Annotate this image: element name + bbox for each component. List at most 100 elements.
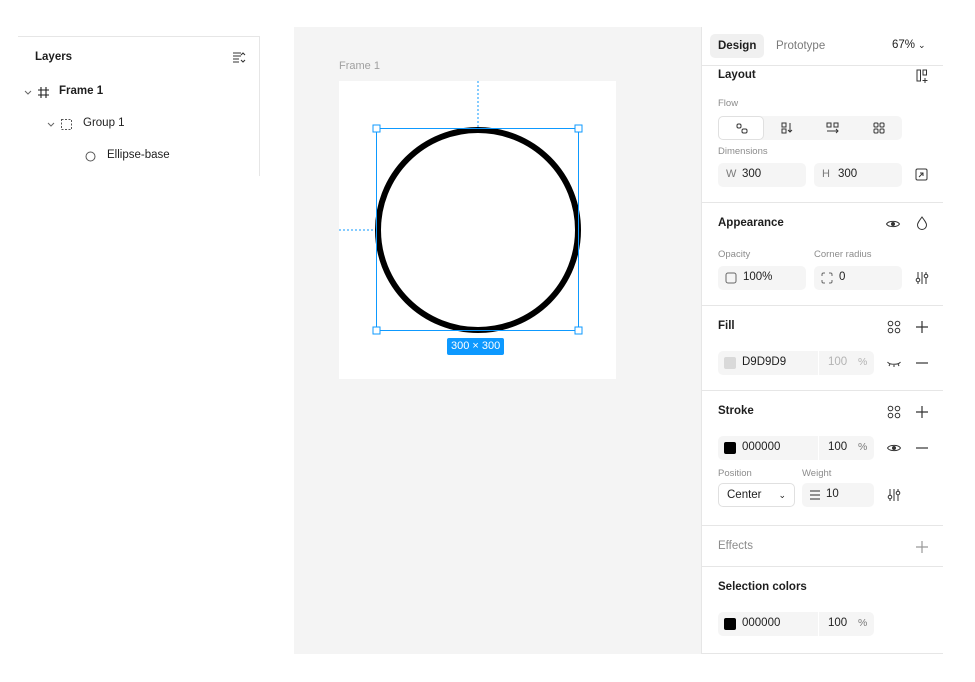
dimensions-label: Dimensions bbox=[718, 146, 768, 157]
design-panel: Design Prototype 67% ⌄ Layout Flow Dimen… bbox=[701, 27, 943, 654]
fill-color-field[interactable]: D9D9D9 100 % bbox=[718, 351, 874, 375]
stroke-opacity-unit: % bbox=[858, 441, 868, 453]
stroke-position-select[interactable]: Center ⌄ bbox=[718, 483, 795, 507]
zoom-dropdown[interactable]: 67% ⌄ bbox=[892, 39, 926, 51]
styles-icon[interactable] bbox=[886, 404, 902, 420]
chevron-down-icon: ⌄ bbox=[918, 40, 926, 50]
layout-section: Layout Flow Dimensions W 300 H 300 bbox=[702, 66, 943, 203]
resize-to-fit-icon[interactable] bbox=[914, 167, 930, 183]
stroke-weight-field[interactable]: 10 bbox=[802, 483, 874, 507]
freeform-icon bbox=[736, 123, 748, 134]
auto-layout-icon[interactable] bbox=[915, 68, 931, 84]
stroke-color-field[interactable]: 000000 100 % bbox=[718, 436, 874, 460]
tab-prototype[interactable]: Prototype bbox=[768, 34, 833, 58]
section-title: Fill bbox=[718, 320, 735, 332]
fill-swatch[interactable] bbox=[724, 357, 736, 369]
minus-icon[interactable] bbox=[914, 440, 930, 456]
layer-row-group[interactable]: Group 1 bbox=[18, 109, 260, 141]
selection-color-opacity: 100 bbox=[828, 617, 848, 629]
chevron-down-icon[interactable] bbox=[23, 87, 33, 97]
eye-closed-icon[interactable] bbox=[886, 355, 902, 371]
selection-colors-section: Selection colors 000000 100 % bbox=[702, 567, 943, 654]
height-field[interactable]: H 300 bbox=[814, 163, 902, 187]
section-title: Effects bbox=[718, 540, 753, 552]
adjust-sliders-icon[interactable] bbox=[914, 270, 930, 286]
minus-icon[interactable] bbox=[914, 355, 930, 371]
fill-opacity-unit: % bbox=[858, 356, 868, 368]
resize-handle-top-right[interactable] bbox=[574, 124, 583, 133]
stroke-settings-icon[interactable] bbox=[886, 487, 902, 503]
fill-opacity: 100 bbox=[828, 356, 848, 368]
stroke-position-value: Center bbox=[727, 489, 762, 501]
stroke-weight-label: Weight bbox=[802, 468, 832, 479]
tab-design[interactable]: Design bbox=[710, 34, 765, 58]
chevron-down-icon[interactable] bbox=[46, 119, 56, 129]
resize-handle-bottom-right[interactable] bbox=[574, 326, 583, 335]
section-title: Appearance bbox=[718, 217, 784, 229]
resize-handle-top-left[interactable] bbox=[372, 124, 381, 133]
flow-freeform-button[interactable] bbox=[718, 116, 764, 140]
stroke-position-label: Position bbox=[718, 468, 752, 479]
flow-grid-button[interactable] bbox=[856, 116, 902, 140]
grid-icon bbox=[873, 122, 885, 134]
flow-label: Flow bbox=[718, 98, 739, 109]
corner-radius-field[interactable]: 0 bbox=[814, 266, 902, 290]
layer-row-ellipse[interactable]: Ellipse-base bbox=[18, 141, 260, 173]
layers-header: Layers bbox=[18, 37, 260, 77]
resize-handle-bottom-left[interactable] bbox=[372, 326, 381, 335]
effects-section: Effects bbox=[702, 526, 943, 567]
panel-tabs: Design Prototype 67% ⌄ bbox=[702, 27, 943, 66]
stroke-weight-value: 10 bbox=[826, 488, 839, 500]
stroke-swatch[interactable] bbox=[724, 442, 736, 454]
plus-icon[interactable] bbox=[914, 404, 930, 420]
plus-icon[interactable] bbox=[914, 539, 930, 555]
width-field[interactable]: W 300 bbox=[718, 163, 806, 187]
height-value: 300 bbox=[838, 168, 858, 180]
height-prefix: H bbox=[822, 168, 830, 180]
size-badge: 300 × 300 bbox=[447, 338, 505, 355]
blend-mode-icon[interactable] bbox=[914, 215, 930, 231]
collapse-layers-icon[interactable] bbox=[232, 51, 246, 65]
layer-row-frame[interactable]: Frame 1 bbox=[18, 77, 260, 109]
selection-color-swatch[interactable] bbox=[724, 618, 736, 630]
fill-section: Fill D9D9D9 100 % bbox=[702, 306, 943, 391]
stroke-weight-icon bbox=[810, 490, 820, 500]
section-title: Selection colors bbox=[718, 581, 807, 593]
section-title: Stroke bbox=[718, 405, 754, 417]
selection-color-hex: 000000 bbox=[742, 617, 781, 629]
vertical-flow-icon bbox=[781, 122, 793, 134]
width-prefix: W bbox=[726, 168, 737, 180]
frame-icon bbox=[38, 87, 49, 98]
fill-hex: D9D9D9 bbox=[742, 356, 787, 368]
zoom-value: 67% bbox=[892, 39, 916, 51]
chevron-down-icon: ⌄ bbox=[778, 490, 786, 500]
section-title: Layout bbox=[718, 69, 756, 81]
opacity-field[interactable]: 100% bbox=[718, 266, 806, 290]
selection-color-field[interactable]: 000000 100 % bbox=[718, 612, 874, 636]
layers-title: Layers bbox=[35, 51, 73, 63]
layer-name: Ellipse-base bbox=[107, 149, 170, 161]
flow-vertical-button[interactable] bbox=[764, 116, 810, 140]
ellipse-icon bbox=[85, 151, 96, 162]
layers-panel: Layers Frame 1 Group 1 Ellipse-base bbox=[18, 36, 260, 176]
eye-icon[interactable] bbox=[885, 216, 901, 232]
width-value: 300 bbox=[742, 168, 762, 180]
plus-icon[interactable] bbox=[914, 319, 930, 335]
group-icon bbox=[61, 119, 72, 130]
appearance-section: Appearance Opacity Corner radius 100% 0 bbox=[702, 203, 943, 306]
flow-horizontal-button[interactable] bbox=[810, 116, 856, 140]
stroke-opacity: 100 bbox=[828, 441, 848, 453]
stroke-section: Stroke 000000 100 % Position Weight Cent… bbox=[702, 391, 943, 526]
horizontal-flow-icon bbox=[826, 122, 839, 134]
field-divider bbox=[818, 436, 819, 460]
field-divider bbox=[818, 351, 819, 375]
opacity-label: Opacity bbox=[718, 249, 751, 260]
field-divider bbox=[818, 612, 819, 636]
eye-icon[interactable] bbox=[886, 440, 902, 456]
ellipse-base[interactable] bbox=[375, 127, 581, 333]
styles-icon[interactable] bbox=[886, 319, 902, 335]
corner-radius-icon bbox=[821, 272, 833, 284]
canvas[interactable]: Frame 1 300 × 300 bbox=[294, 27, 701, 654]
corner-radius-value: 0 bbox=[839, 271, 846, 283]
opacity-icon bbox=[725, 272, 737, 284]
